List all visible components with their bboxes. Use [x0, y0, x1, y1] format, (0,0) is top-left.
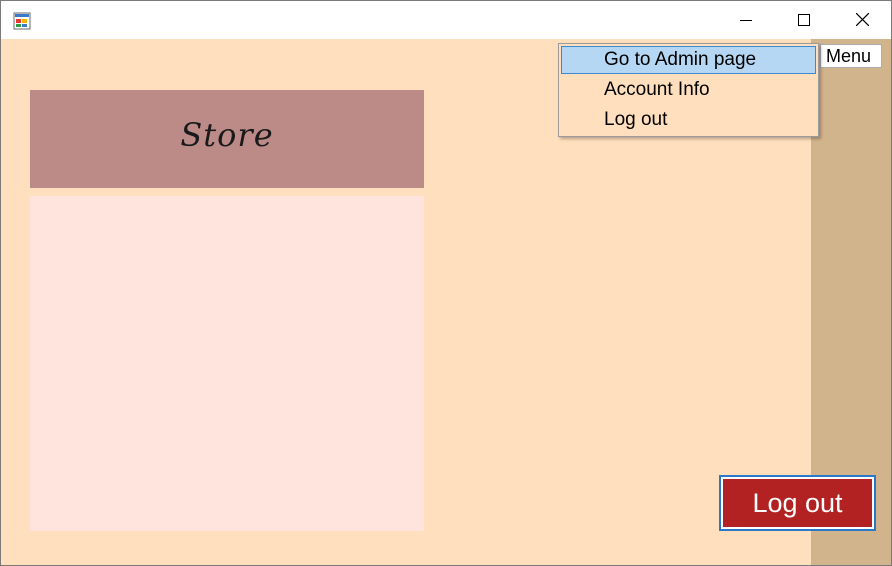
- maximize-icon: [798, 11, 810, 30]
- logout-button[interactable]: Log out: [719, 475, 876, 531]
- form-client-area: Store Menu Go to Admin page Account Info…: [1, 39, 891, 565]
- close-icon: [855, 11, 869, 30]
- menu-button[interactable]: Menu: [820, 44, 882, 68]
- minimize-button[interactable]: [717, 1, 775, 39]
- store-title: Store: [180, 116, 274, 154]
- menu-item-log-out[interactable]: Log out: [561, 106, 816, 134]
- minimize-icon: [740, 11, 752, 30]
- menu-item-admin-page[interactable]: Go to Admin page: [561, 46, 816, 74]
- store-content-panel: [30, 196, 424, 531]
- title-bar: [1, 1, 891, 39]
- close-button[interactable]: [833, 1, 891, 39]
- maximize-button[interactable]: [775, 1, 833, 39]
- app-window: Store Menu Go to Admin page Account Info…: [0, 0, 892, 566]
- logout-button-label: Log out: [723, 479, 872, 527]
- menu-item-account-info[interactable]: Account Info: [561, 76, 816, 104]
- menu-dropdown: Go to Admin page Account Info Log out: [558, 43, 819, 137]
- app-icon[interactable]: [13, 12, 31, 30]
- store-header-panel: Store: [30, 90, 424, 188]
